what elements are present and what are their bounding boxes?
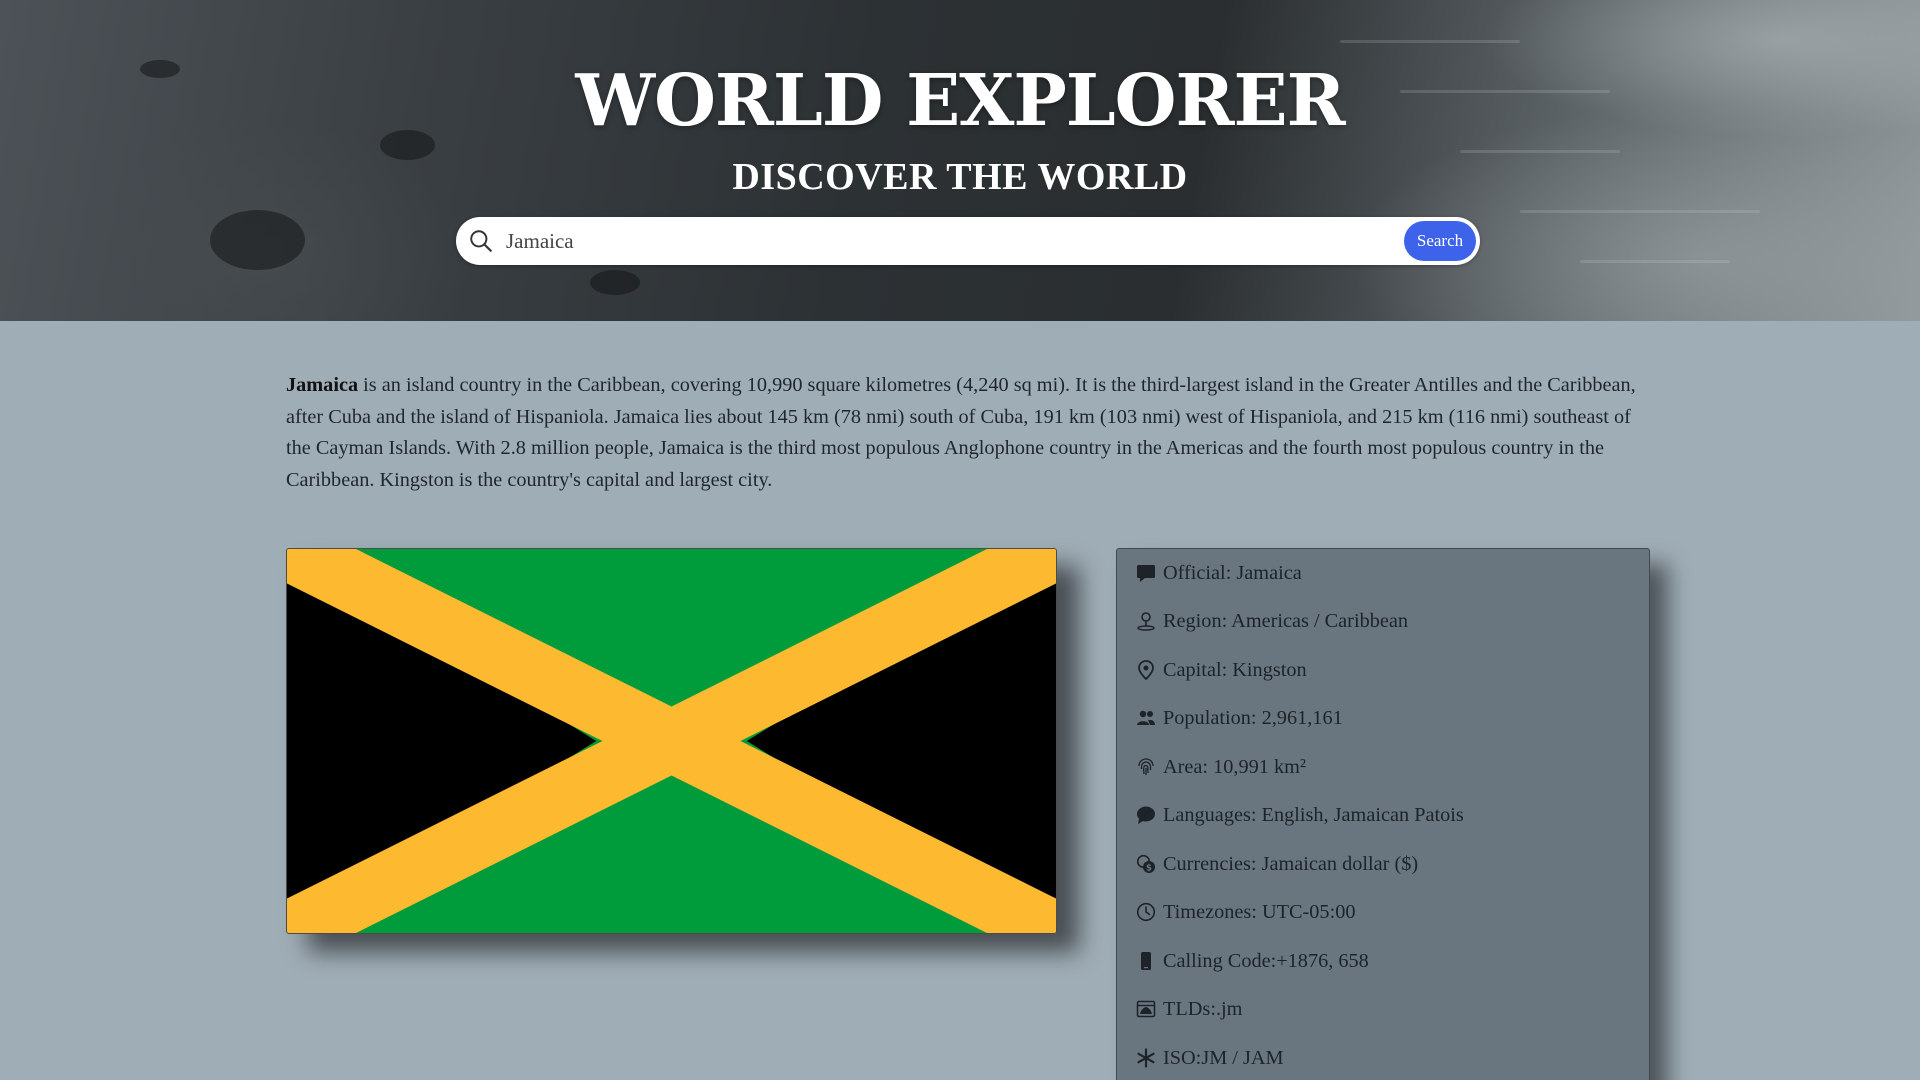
country-info-panel: Official: Jamaica Region: Americas / Car…	[1116, 548, 1650, 1080]
info-tlds: TLDs:.jm	[1135, 994, 1242, 1024]
info-official: Official: Jamaica	[1135, 558, 1302, 588]
country-flag	[286, 548, 1057, 934]
info-area: Area: 10,991 km²	[1135, 752, 1306, 782]
speech-bubble-icon	[1135, 804, 1157, 826]
asterisk-icon	[1135, 1047, 1157, 1069]
flag-image	[287, 549, 1056, 933]
search-icon	[468, 228, 494, 254]
info-timezones-text: Timezones: UTC-05:00	[1163, 900, 1356, 923]
clock-icon	[1135, 901, 1157, 923]
info-calling-code: Calling Code:+1876, 658	[1135, 946, 1369, 976]
info-population: Population: 2,961,161	[1135, 703, 1343, 733]
page-title: WORLD EXPLORER	[575, 58, 1345, 142]
svg-text:$: $	[1146, 863, 1152, 873]
search-input[interactable]	[494, 217, 1404, 265]
flag-icon	[1135, 562, 1157, 584]
search-button[interactable]: Search	[1404, 221, 1476, 261]
info-capital-text: Capital: Kingston	[1163, 658, 1307, 681]
info-languages: Languages: English, Jamaican Patois	[1135, 800, 1464, 830]
info-currencies: $ Currencies: Jamaican dollar ($)	[1135, 849, 1418, 879]
info-region-text: Region: Americas / Caribbean	[1163, 609, 1408, 632]
info-area-text: Area: 10,991 km²	[1163, 755, 1306, 778]
info-official-text: Official: Jamaica	[1163, 561, 1302, 584]
country-description: Jamaica is an island country in the Cari…	[286, 370, 1646, 497]
info-calling-code-text: Calling Code:+1876, 658	[1163, 949, 1369, 972]
info-region: Region: Americas / Caribbean	[1135, 606, 1408, 636]
phone-icon	[1135, 950, 1157, 972]
description-text: is an island country in the Caribbean, c…	[286, 374, 1636, 492]
info-population-text: Population: 2,961,161	[1163, 706, 1343, 729]
info-iso-text: ISO:JM / JAM	[1163, 1046, 1284, 1069]
info-iso: ISO:JM / JAM	[1135, 1043, 1284, 1073]
people-icon	[1135, 707, 1157, 729]
hero-banner: WORLD EXPLORER DISCOVER THE WORLD Search	[0, 0, 1920, 321]
info-languages-text: Languages: English, Jamaican Patois	[1163, 803, 1464, 826]
info-currencies-text: Currencies: Jamaican dollar ($)	[1163, 852, 1419, 875]
coins-icon: $	[1135, 853, 1157, 875]
location-pin-icon	[1135, 659, 1157, 681]
map-pin-person-icon	[1135, 610, 1157, 632]
info-capital: Capital: Kingston	[1135, 655, 1307, 685]
info-tlds-text: TLDs:.jm	[1163, 997, 1243, 1020]
page-subtitle: DISCOVER THE WORLD	[732, 156, 1188, 198]
fingerprint-icon	[1135, 756, 1157, 778]
search-bar: Search	[456, 217, 1480, 265]
browser-icon	[1135, 998, 1157, 1020]
country-name: Jamaica	[286, 374, 359, 396]
info-timezones: Timezones: UTC-05:00	[1135, 897, 1355, 927]
